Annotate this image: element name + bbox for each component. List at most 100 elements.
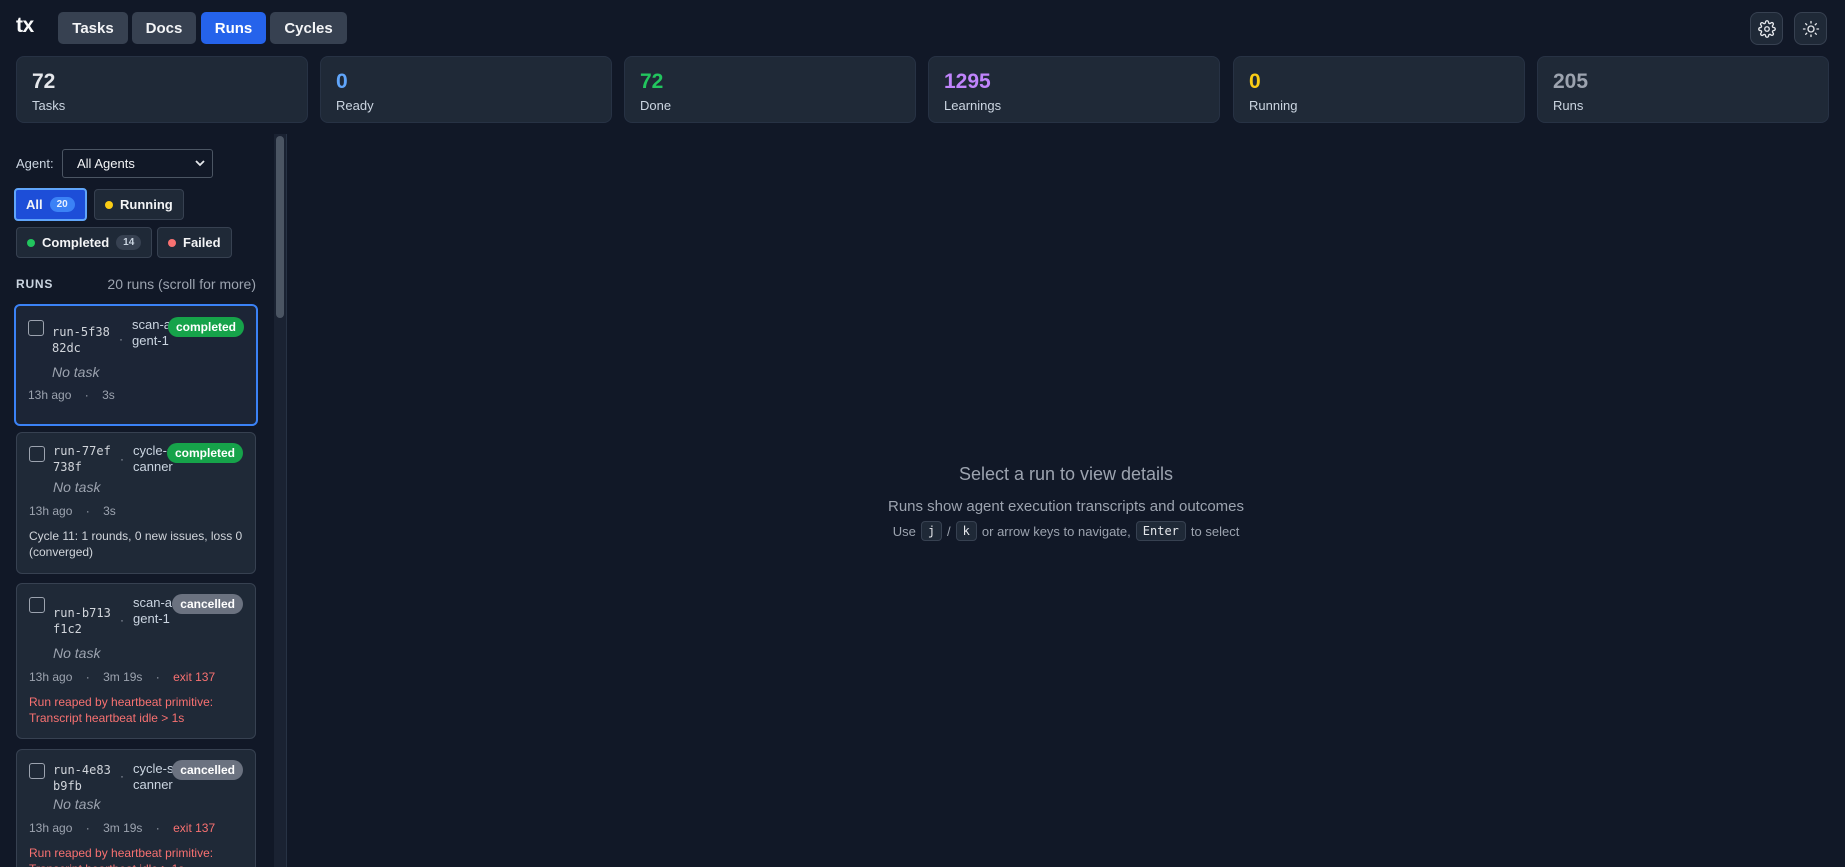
completed-dot-icon: [27, 238, 35, 247]
stat-value: 205: [1553, 70, 1589, 93]
stat-card-done: 72 Done: [624, 56, 916, 123]
run-task: No task: [53, 645, 101, 661]
sun-icon: [1802, 20, 1819, 37]
status-badge: completed: [166, 443, 243, 463]
running-dot-icon: [105, 200, 113, 209]
runs-count-summary: 20 runs (scroll for more): [107, 276, 256, 292]
run-duration: 3m 19s: [103, 821, 143, 835]
filter-failed[interactable]: Failed: [157, 227, 232, 258]
status-badge: cancelled: [172, 594, 243, 614]
run-id: run-5f3882dc: [52, 325, 110, 355]
run-duration: 3s: [102, 388, 115, 402]
run-meta: 13h ago · 3s: [29, 504, 116, 518]
run-error-message: Run reaped by heartbeat primitive: Trans…: [29, 695, 214, 725]
run-error-message: Run reaped by heartbeat primitive: Trans…: [29, 846, 214, 867]
stat-label: Done: [640, 98, 672, 113]
run-exit-code: exit 137: [173, 670, 216, 684]
nav-tab-cycles[interactable]: Cycles: [270, 12, 347, 44]
top-nav: tx Tasks Docs Runs Cycles: [0, 0, 1845, 56]
key-separator: /: [947, 523, 951, 539]
stat-card-learnings: 1295 Learnings: [928, 56, 1220, 123]
chevron-down-icon: [195, 160, 205, 167]
run-message: Cycle 11: 1 rounds, 0 new issues, loss 0…: [29, 529, 243, 559]
app-logo[interactable]: tx: [16, 14, 34, 38]
separator-dot: ·: [120, 452, 124, 466]
nav-tab-runs[interactable]: Runs: [201, 12, 266, 44]
stat-label: Tasks: [32, 98, 66, 113]
run-id: run-b713f1c2: [53, 606, 111, 636]
agent-select[interactable]: All Agents: [62, 149, 213, 178]
keyboard-hint: Use j / k or arrow keys to navigate, Ent…: [287, 521, 1845, 541]
run-meta: 13h ago · 3m 19s · exit 137: [29, 821, 216, 835]
separator-dot: ·: [119, 332, 123, 346]
stat-value: 0: [1249, 70, 1261, 93]
run-duration: 3s: [103, 504, 116, 518]
run-card[interactable]: run-b713f1c2 · scan-agent-1 cancelled No…: [16, 583, 256, 739]
run-id: run-4e83b9fb: [53, 763, 111, 793]
stat-label: Runs: [1553, 98, 1584, 113]
run-meta: 13h ago · 3m 19s · exit 137: [29, 670, 216, 684]
stat-card-runs: 205 Runs: [1537, 56, 1829, 123]
nav-tab-docs[interactable]: Docs: [132, 12, 196, 44]
run-age: 13h ago: [29, 670, 73, 684]
run-agent-name: scan-agent-1: [132, 317, 172, 348]
nav-tab-tasks[interactable]: Tasks: [58, 12, 128, 44]
agent-select-value: All Agents: [77, 156, 135, 171]
run-age: 13h ago: [29, 821, 73, 835]
status-badge: completed: [167, 317, 244, 337]
run-id: run-77ef738f: [53, 444, 111, 474]
run-agent-name: cycle-scanner: [133, 761, 174, 792]
run-age: 13h ago: [28, 388, 72, 402]
filter-completed-count: 14: [116, 235, 142, 250]
gear-icon: [1757, 19, 1776, 38]
filter-completed-label: Completed: [42, 235, 110, 250]
run-age: 13h ago: [29, 504, 73, 518]
separator-dot: ·: [120, 769, 124, 783]
key-j: j: [920, 521, 943, 541]
stat-value: 1295: [944, 70, 991, 93]
run-select-checkbox[interactable]: [29, 597, 45, 613]
key-enter: Enter: [1135, 521, 1186, 541]
key-k: k: [955, 521, 977, 541]
hint-middle: or arrow keys to navigate,: [981, 523, 1131, 539]
run-select-checkbox[interactable]: [28, 320, 44, 336]
scrollbar-thumb[interactable]: [276, 136, 284, 318]
run-task: No task: [53, 479, 101, 495]
stat-label: Ready: [336, 98, 374, 113]
empty-state-subtitle: Runs show agent execution transcripts an…: [887, 498, 1245, 515]
failed-dot-icon: [168, 238, 176, 247]
filter-all[interactable]: All 20: [14, 188, 87, 221]
run-meta: 13h ago · 3s: [28, 388, 115, 402]
filter-running[interactable]: Running: [94, 189, 184, 220]
run-card[interactable]: run-77ef738f · cycle-scanner completed N…: [16, 432, 256, 574]
stat-card-tasks: 72 Tasks: [16, 56, 308, 123]
stat-label: Running: [1249, 98, 1298, 113]
run-select-checkbox[interactable]: [29, 763, 45, 779]
hint-prefix: Use: [892, 523, 916, 539]
run-task: No task: [53, 796, 101, 812]
stat-value: 72: [32, 70, 56, 93]
theme-toggle-button[interactable]: [1794, 12, 1827, 45]
run-card[interactable]: run-4e83b9fb · cycle-scanner cancelled N…: [16, 749, 256, 867]
runs-section-header: RUNS: [16, 277, 54, 291]
agent-filter-label: Agent:: [16, 156, 54, 171]
filter-failed-label: Failed: [183, 235, 221, 250]
run-card[interactable]: run-5f3882dc · scan-agent-1 completed No…: [14, 304, 258, 426]
stat-card-ready: 0 Ready: [320, 56, 612, 123]
run-agent-name: scan-agent-1: [133, 595, 173, 626]
run-select-checkbox[interactable]: [29, 446, 45, 462]
stat-value: 0: [336, 70, 348, 93]
empty-state-title: Select a run to view details: [958, 464, 1174, 484]
filter-running-label: Running: [120, 197, 173, 212]
settings-button[interactable]: [1750, 12, 1783, 45]
filter-all-label: All: [26, 197, 43, 212]
stat-value: 72: [640, 70, 664, 93]
stat-card-running: 0 Running: [1233, 56, 1525, 123]
filter-completed[interactable]: Completed 14: [16, 227, 153, 258]
sidebar-scrollbar[interactable]: [274, 134, 286, 867]
run-duration: 3m 19s: [103, 670, 143, 684]
hint-suffix: to select: [1190, 523, 1240, 539]
separator-dot: ·: [120, 613, 124, 627]
status-badge: cancelled: [172, 760, 243, 780]
run-task: No task: [52, 364, 100, 380]
